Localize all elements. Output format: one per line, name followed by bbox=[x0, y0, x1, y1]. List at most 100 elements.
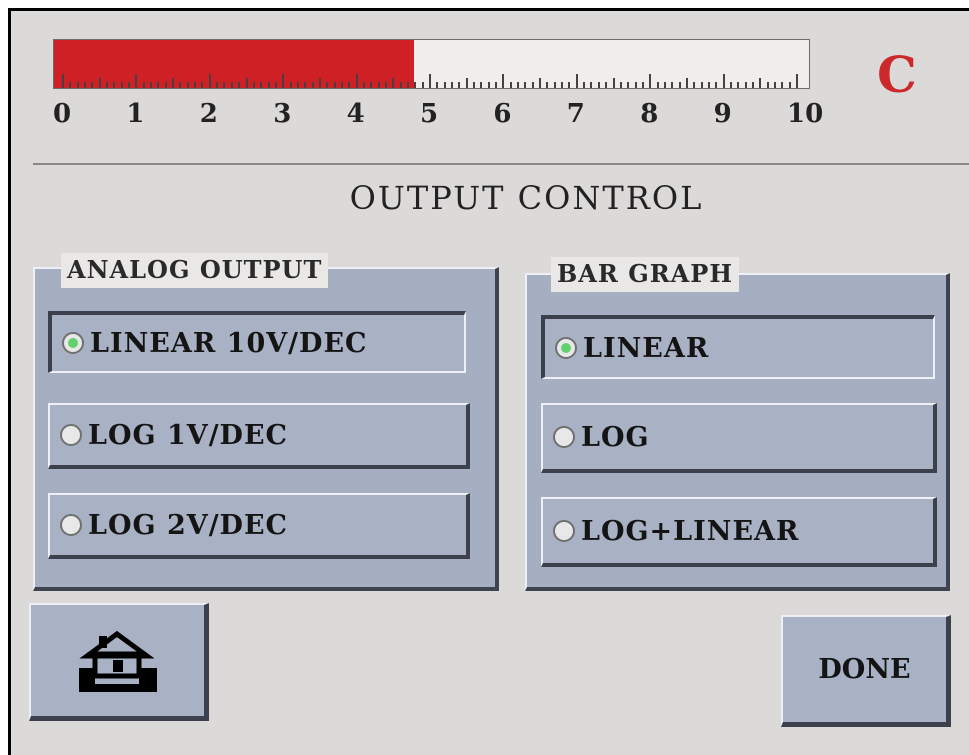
option-label: LINEAR 10V/DEC bbox=[90, 327, 368, 359]
scale-tick bbox=[722, 74, 725, 88]
scale-tick bbox=[649, 74, 652, 88]
scale-tick bbox=[751, 82, 754, 88]
option-log-1v-dec[interactable]: LOG 1V/DEC bbox=[48, 403, 470, 469]
scale-tick bbox=[370, 82, 373, 88]
scale-label: 3 bbox=[273, 99, 292, 129]
scale-label: 2 bbox=[199, 99, 218, 129]
scale-tick bbox=[69, 82, 72, 88]
scale-tick bbox=[671, 82, 674, 88]
bar-graph bbox=[53, 39, 810, 89]
scale-tick bbox=[164, 82, 167, 88]
scale-tick bbox=[561, 82, 564, 88]
radio-icon bbox=[60, 424, 82, 446]
scale-tick bbox=[575, 74, 578, 88]
scale-tick bbox=[465, 78, 468, 88]
scale-tick bbox=[216, 82, 219, 88]
scale-tick bbox=[759, 78, 762, 88]
scale-tick bbox=[744, 82, 747, 88]
scale-label: 8 bbox=[640, 99, 659, 129]
scale-tick bbox=[355, 74, 358, 88]
scale-tick bbox=[590, 82, 593, 88]
scale-tick bbox=[517, 82, 520, 88]
scale-tick bbox=[274, 82, 277, 88]
scale-tick bbox=[91, 82, 94, 88]
scale-tick bbox=[76, 82, 79, 88]
scale-label: 1 bbox=[126, 99, 145, 129]
scale-tick bbox=[150, 82, 153, 88]
scale-tick bbox=[451, 82, 454, 88]
scale-tick bbox=[436, 82, 439, 88]
scale-tick bbox=[120, 82, 123, 88]
scale-tick bbox=[348, 82, 351, 88]
home-icon bbox=[78, 630, 157, 692]
scale-tick bbox=[384, 82, 387, 88]
scale-tick bbox=[773, 82, 776, 88]
scale-label: 9 bbox=[713, 99, 732, 129]
scale-tick bbox=[377, 82, 380, 88]
option-linear-10v-dec[interactable]: LINEAR 10V/DEC bbox=[48, 311, 466, 373]
option-label: LOG+LINEAR bbox=[581, 515, 800, 547]
scale-tick bbox=[318, 78, 321, 88]
scale-tick bbox=[194, 82, 197, 88]
scale-tick bbox=[443, 82, 446, 88]
scale-tick bbox=[693, 82, 696, 88]
scale-tick bbox=[296, 82, 299, 88]
bar-graph-label: BAR GRAPH bbox=[551, 257, 739, 292]
scale-label: 5 bbox=[420, 99, 439, 129]
analog-output-label: ANALOG OUTPUT bbox=[61, 253, 329, 288]
scale-tick bbox=[399, 82, 402, 88]
scale-tick bbox=[531, 82, 534, 88]
scale-tick bbox=[634, 82, 637, 88]
radio-icon bbox=[60, 514, 82, 536]
scale-tick bbox=[553, 82, 556, 88]
option-label: LOG bbox=[581, 421, 650, 453]
scale-tick bbox=[333, 82, 336, 88]
scale-tick bbox=[128, 82, 131, 88]
scale-tick bbox=[113, 82, 116, 88]
scale-tick bbox=[568, 82, 571, 88]
done-button[interactable]: DONE bbox=[781, 615, 951, 727]
scale-tick bbox=[157, 82, 160, 88]
scale-tick bbox=[656, 82, 659, 88]
scale-tick bbox=[509, 82, 512, 88]
scale-tick bbox=[282, 74, 285, 88]
scale-tick bbox=[612, 78, 615, 88]
scale-label: 10 bbox=[787, 99, 824, 129]
scale-tick bbox=[678, 82, 681, 88]
scale-tick bbox=[201, 82, 204, 88]
option-log-linear[interactable]: LOG+LINEAR bbox=[541, 497, 937, 567]
scale-tick bbox=[685, 78, 688, 88]
scale-tick bbox=[737, 82, 740, 88]
scale-tick bbox=[605, 82, 608, 88]
scale-tick bbox=[392, 78, 395, 88]
scale-tick bbox=[267, 82, 270, 88]
scale-tick bbox=[84, 82, 87, 88]
scale-tick bbox=[421, 82, 424, 88]
scale-label: 4 bbox=[346, 99, 365, 129]
home-button[interactable] bbox=[29, 603, 209, 721]
scale-tick bbox=[340, 82, 343, 88]
option-log[interactable]: LOG bbox=[541, 403, 937, 473]
scale-tick bbox=[641, 82, 644, 88]
scale-tick bbox=[583, 82, 586, 88]
scale-tick bbox=[62, 74, 64, 88]
option-label: LOG 2V/DEC bbox=[88, 509, 289, 541]
option-label: LOG 1V/DEC bbox=[88, 419, 289, 451]
option-label: LINEAR bbox=[583, 332, 710, 364]
scale-tick bbox=[289, 82, 292, 88]
page-title: OUTPUT CONTROL bbox=[349, 179, 704, 217]
scale-label: 7 bbox=[566, 99, 585, 129]
scale-tick bbox=[495, 82, 498, 88]
scale-tick bbox=[546, 82, 549, 88]
scale-tick bbox=[729, 82, 732, 88]
scale-tick bbox=[230, 82, 233, 88]
radio-icon bbox=[553, 426, 575, 448]
scale-tick bbox=[788, 82, 791, 88]
option-linear[interactable]: LINEAR bbox=[541, 315, 935, 379]
radio-icon bbox=[553, 520, 575, 542]
scale-tick bbox=[414, 82, 417, 88]
units-indicator: C bbox=[877, 45, 917, 104]
scale-tick bbox=[135, 74, 138, 88]
option-log-2v-dec[interactable]: LOG 2V/DEC bbox=[48, 493, 470, 559]
scale-tick bbox=[179, 82, 182, 88]
